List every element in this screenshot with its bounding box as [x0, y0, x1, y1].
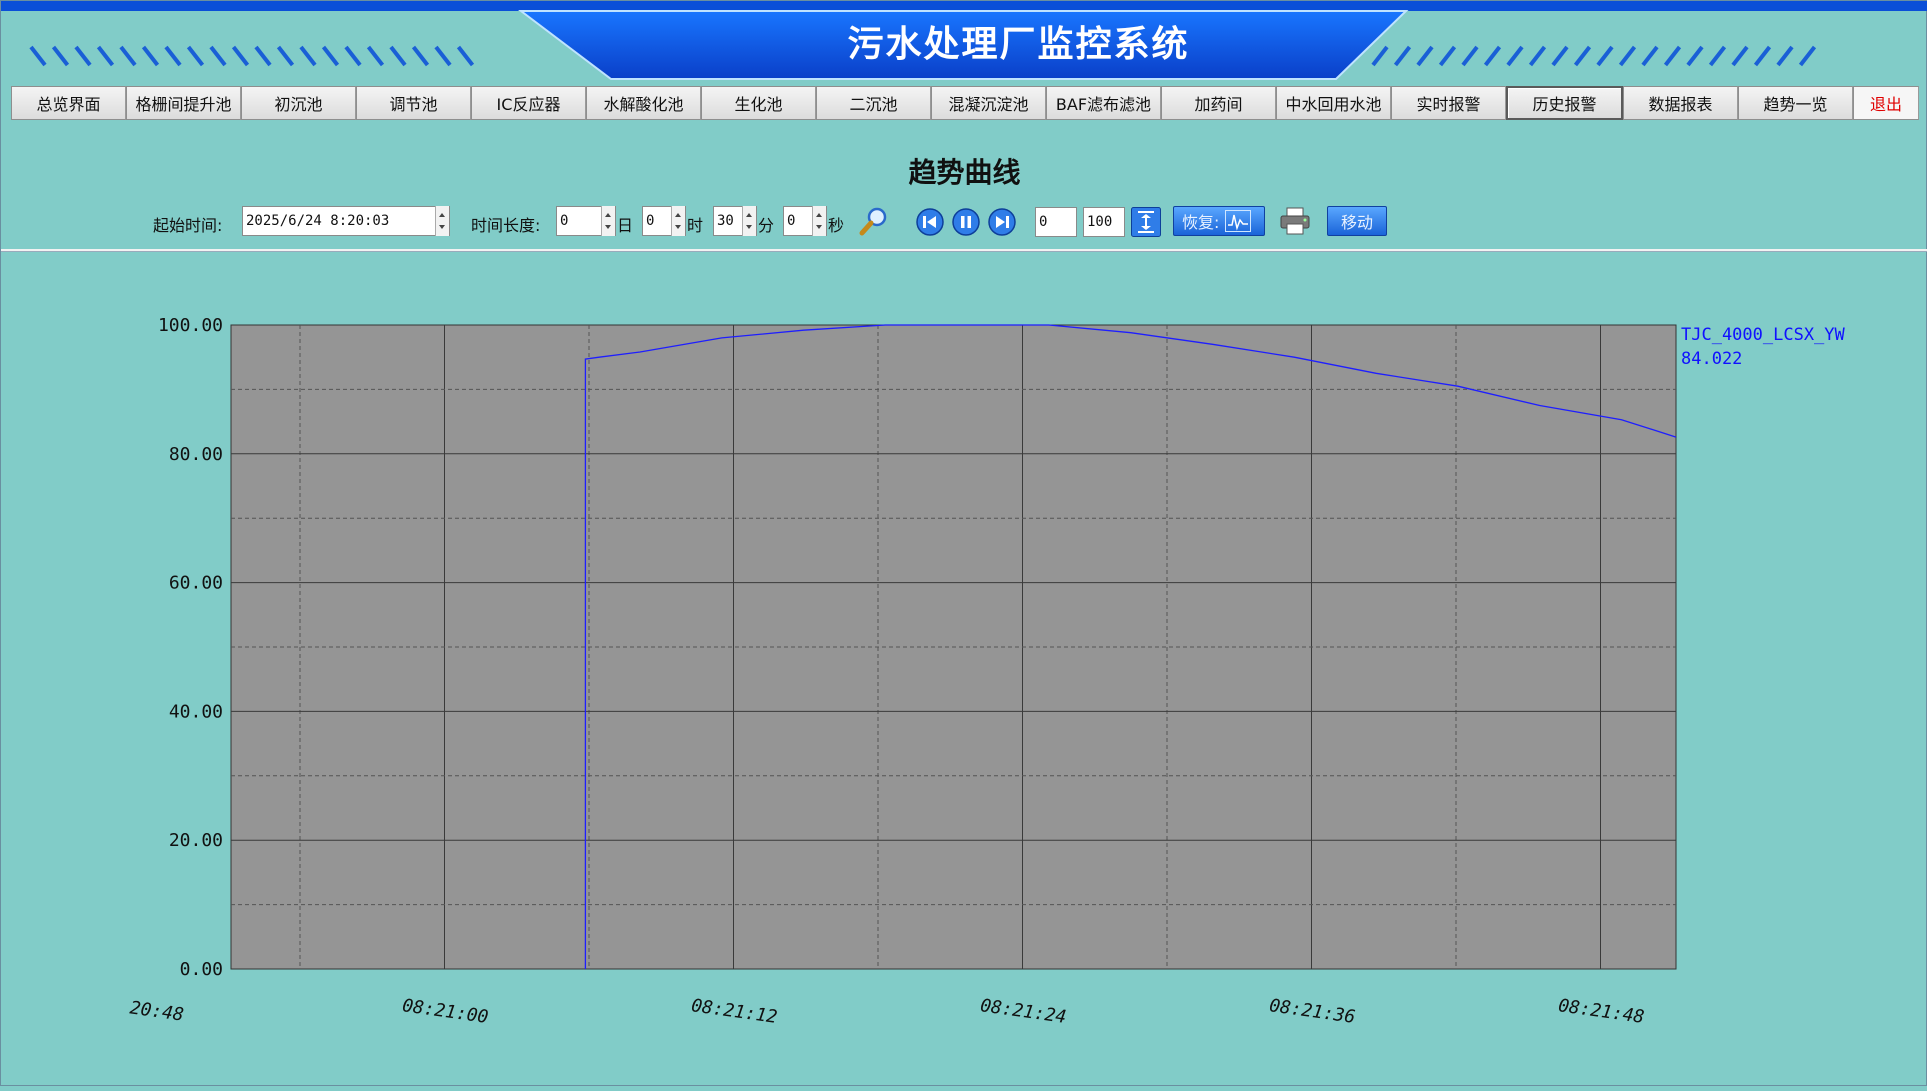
day-spinner[interactable]: [601, 206, 615, 236]
restore-button[interactable]: 恢复:: [1173, 206, 1265, 236]
start-time-value: 2025/6/24 8:20:03: [246, 213, 390, 229]
nav-item-5[interactable]: 水解酸化池: [586, 86, 701, 120]
y-tick-label: 20.00: [169, 830, 223, 851]
exit-button[interactable]: 退出: [1853, 86, 1919, 120]
day-unit: 日: [617, 216, 634, 235]
skip-forward-icon[interactable]: [987, 207, 1017, 237]
search-icon[interactable]: [858, 205, 890, 237]
start-time-input[interactable]: 2025/6/24 8:20:03: [242, 206, 450, 236]
nav-item-7[interactable]: 二沉池: [816, 86, 931, 120]
hour-spinner[interactable]: [671, 206, 685, 236]
range-min-input[interactable]: 0: [1035, 207, 1077, 237]
restore-chart-icon: [1225, 210, 1252, 232]
minute-value: 30: [717, 213, 734, 229]
start-time-spinner[interactable]: [435, 206, 449, 236]
hour-value: 0: [646, 213, 655, 229]
range-min-value: 0: [1039, 214, 1048, 230]
x-tick-label: 08:21:36: [1268, 995, 1357, 1028]
second-unit: 秒: [828, 216, 845, 235]
nav-item-10[interactable]: 加药间: [1161, 86, 1276, 120]
nav-item-4[interactable]: IC反应器: [471, 86, 586, 120]
range-max-value: 100: [1087, 214, 1113, 230]
x-tick-label: 08:21:48: [1557, 995, 1646, 1028]
main-nav: 总览界面 格栅间提升池 初沉池 调节池 IC反应器 水解酸化池 生化池 二沉池 混凝沉淀池 BAF…: [11, 86, 1919, 120]
hour-unit: 时: [687, 216, 704, 235]
app-window: 污水处理厂监控系统 总览界面 格栅间提升池 初沉池 调节池 IC反应器 水解酸化池 生化池二…: [0, 0, 1927, 1086]
nav-item-0[interactable]: 总览界面: [11, 86, 126, 120]
legend-series-value: 84.022: [1681, 349, 1743, 369]
nav-item-6[interactable]: 生化池: [701, 86, 816, 120]
skip-back-icon[interactable]: [915, 207, 945, 237]
nav-item-14[interactable]: 数据报表: [1623, 86, 1738, 120]
y-tick-label: 0.00: [180, 959, 223, 980]
y-tick-label: 80.00: [169, 444, 223, 465]
nav-item-11[interactable]: 中水回用水池: [1276, 86, 1391, 120]
day-value: 0: [560, 213, 569, 229]
system-title: 污水处理厂监控系统: [847, 24, 1190, 65]
minute-unit: 分: [758, 216, 775, 235]
nav-item-3[interactable]: 调节池: [356, 86, 471, 120]
x-tick-label: 08:21:24: [979, 995, 1068, 1028]
x-tick-label: 20:48: [128, 997, 185, 1025]
move-button[interactable]: 移动: [1327, 206, 1387, 236]
print-icon[interactable]: [1279, 205, 1311, 237]
header-banner: 污水处理厂监控系统: [1, 1, 1927, 85]
start-time-label: 起始时间:: [153, 216, 223, 235]
pause-icon[interactable]: [951, 207, 981, 237]
duration-label: 时间长度:: [471, 216, 541, 235]
second-value: 0: [787, 213, 796, 229]
range-max-input[interactable]: 100: [1083, 207, 1125, 237]
second-spinner[interactable]: [812, 206, 826, 236]
x-tick-label: 08:21:12: [690, 995, 779, 1028]
fit-range-icon[interactable]: [1131, 207, 1161, 237]
nav-item-15[interactable]: 趋势一览: [1738, 86, 1853, 120]
page-title: 趋势曲线: [908, 156, 1021, 189]
nav-item-8[interactable]: 混凝沉淀池: [931, 86, 1046, 120]
trend-chart-svg: 100.00 80.00 60.00 40.00 20.00 0.00 20:48 08:21…: [128, 315, 1677, 1028]
nav-item-13[interactable]: 历史报警: [1506, 86, 1623, 120]
nav-item-9[interactable]: BAF滤布滤池: [1046, 86, 1161, 120]
x-tick-label: 08:21:00: [401, 995, 490, 1028]
nav-item-12[interactable]: 实时报警: [1391, 86, 1506, 120]
y-tick-label: 60.00: [169, 573, 223, 594]
minute-spinner[interactable]: [742, 206, 756, 236]
restore-label: 恢复:: [1182, 213, 1220, 232]
trend-chart: 100.00 80.00 60.00 40.00 20.00 0.00 20:48 08:21…: [1, 251, 1927, 1087]
legend-series-name: TJC_4000_LCSX_YW: [1681, 325, 1845, 345]
nav-item-2[interactable]: 初沉池: [241, 86, 356, 120]
nav-item-1[interactable]: 格栅间提升池: [126, 86, 241, 120]
y-tick-label: 40.00: [169, 701, 223, 722]
y-tick-label: 100.00: [158, 315, 223, 336]
